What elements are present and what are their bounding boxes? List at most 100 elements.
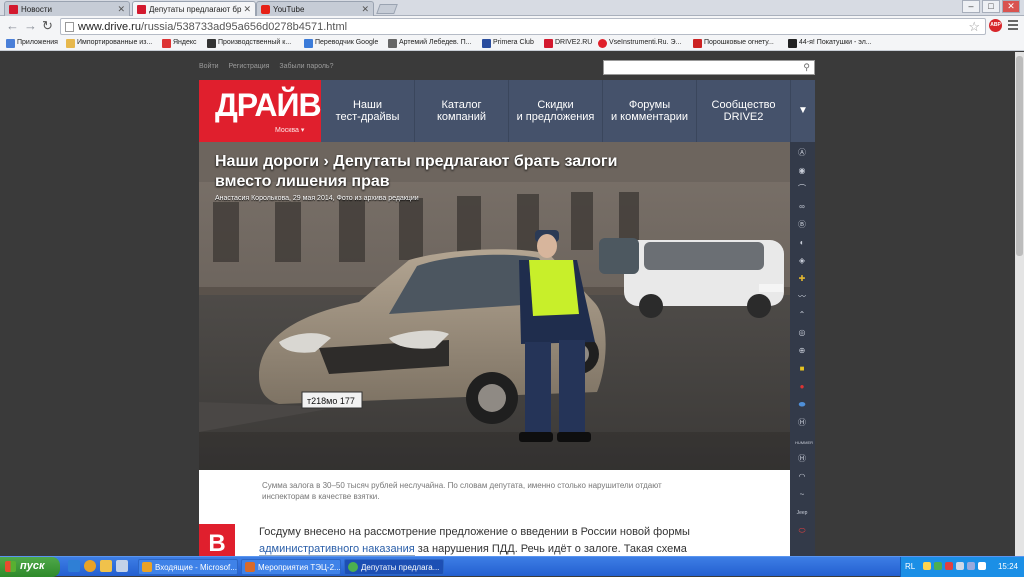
browser-menu-icon[interactable] bbox=[1008, 20, 1018, 30]
bookmark-item[interactable]: DRIVE2.RU bbox=[544, 39, 592, 48]
nav-community[interactable]: Сообщество DRIVE2 bbox=[697, 80, 791, 142]
forgot-password-link[interactable]: Забыли пароль? bbox=[279, 63, 333, 70]
maximize-button[interactable]: □ bbox=[982, 0, 1000, 13]
tray-icon[interactable] bbox=[923, 562, 931, 570]
network-icon[interactable] bbox=[978, 562, 986, 570]
cadillac-icon[interactable]: ◈ bbox=[795, 256, 809, 266]
volume-icon[interactable] bbox=[967, 562, 975, 570]
bookmark-favicon-icon bbox=[207, 39, 216, 48]
taskbar-item-events[interactable]: Мероприятия ТЭЦ-2... bbox=[241, 559, 341, 575]
bookmark-item[interactable]: Переводчик Google bbox=[304, 39, 378, 48]
taskbar-item-outlook[interactable]: Входящие - Microsof... bbox=[138, 559, 238, 575]
close-tab-icon[interactable]: ✕ bbox=[117, 4, 125, 15]
tab-news[interactable]: Новости ✕ bbox=[4, 1, 130, 16]
folder-icon bbox=[66, 39, 75, 48]
ferrari-icon[interactable]: ■ bbox=[795, 364, 809, 374]
drive-favicon-icon bbox=[9, 5, 18, 14]
page-icon bbox=[65, 22, 74, 32]
chrome-icon[interactable] bbox=[84, 560, 96, 572]
aston-martin-icon[interactable]: ⌒ bbox=[795, 184, 809, 194]
bentley-icon[interactable]: Ⓑ bbox=[795, 220, 809, 230]
back-arrow-icon[interactable]: ← bbox=[6, 19, 19, 33]
new-tab-button[interactable] bbox=[376, 4, 398, 14]
hyundai-icon[interactable]: Ⓗ bbox=[795, 454, 809, 464]
alfa-romeo-icon[interactable]: ◉ bbox=[795, 166, 809, 176]
article-inline-link[interactable]: административного наказания bbox=[259, 543, 415, 556]
tab-title: Депутаты предлагают бр bbox=[149, 5, 242, 14]
tray-icon[interactable] bbox=[934, 562, 942, 570]
reload-icon[interactable]: ↻ bbox=[42, 19, 53, 33]
minimize-button[interactable]: – bbox=[962, 0, 980, 13]
login-link[interactable]: Войти bbox=[199, 63, 219, 70]
start-button[interactable]: пуск bbox=[0, 557, 60, 577]
drive-logo[interactable]: ДРАЙВ Москва ▾ bbox=[199, 80, 322, 142]
bmw-icon[interactable]: ◐ bbox=[795, 238, 809, 248]
bookmark-item[interactable]: Производственный к... bbox=[207, 39, 291, 48]
bookmark-item[interactable]: Яндекс bbox=[162, 39, 197, 48]
register-link[interactable]: Регистрация bbox=[229, 63, 270, 70]
site-container: ДРАЙВ Москва ▾ Наши тест-драйвы Каталог ко… bbox=[199, 80, 815, 556]
language-indicator[interactable]: RL bbox=[905, 562, 915, 571]
bookmark-item[interactable]: Primera Club bbox=[482, 39, 534, 48]
tab-article[interactable]: Депутаты предлагают бр ✕ bbox=[132, 1, 256, 17]
fiat-icon[interactable]: ● bbox=[795, 382, 809, 392]
page-scrollbar[interactable] bbox=[1015, 52, 1024, 556]
close-tab-icon[interactable]: ✕ bbox=[243, 4, 251, 15]
license-plate: т218мо 177 bbox=[307, 396, 355, 406]
adblock-extension-icon[interactable]: ABP bbox=[989, 19, 1002, 32]
address-bar[interactable]: www.drive.ru/russia/538733ad95a656d0278b… bbox=[60, 18, 986, 35]
honda-icon[interactable]: Ⓗ bbox=[795, 418, 809, 428]
tab-title: YouTube bbox=[273, 5, 305, 14]
tab-youtube[interactable]: YouTube ✕ bbox=[256, 1, 374, 16]
close-tab-icon[interactable]: ✕ bbox=[361, 4, 369, 15]
chrysler-icon[interactable]: 〰 bbox=[795, 292, 809, 302]
forward-arrow-icon[interactable]: → bbox=[24, 19, 37, 33]
nav-company-catalog[interactable]: Каталог компаний bbox=[415, 80, 509, 142]
page-viewport: Войти Регистрация Забыли пароль? ⚲ ДРАЙВ… bbox=[0, 52, 1015, 556]
search-icon[interactable]: ⚲ bbox=[803, 62, 810, 73]
bookmark-item[interactable]: Импортированные из... bbox=[66, 39, 152, 48]
audi-icon[interactable]: ∞ bbox=[795, 202, 809, 212]
jeep-icon[interactable]: Jeep bbox=[795, 508, 809, 518]
jaguar-icon[interactable]: ~ bbox=[795, 490, 809, 500]
scrollbar-thumb[interactable] bbox=[1016, 56, 1023, 256]
acura-icon[interactable]: Ⓐ bbox=[795, 148, 809, 158]
hummer-icon[interactable]: HUMMER bbox=[795, 438, 813, 448]
outlook-icon bbox=[142, 562, 152, 572]
show-desktop-icon[interactable] bbox=[116, 560, 128, 572]
bookmark-item[interactable]: Приложения bbox=[6, 39, 58, 48]
city-selector[interactable]: Москва ▾ bbox=[275, 126, 304, 134]
nav-test-drives[interactable]: Наши тест-драйвы bbox=[321, 80, 415, 142]
photo-caption: Сумма залога в 30–50 тысяч рублей неслуч… bbox=[262, 481, 662, 501]
primera-icon bbox=[482, 39, 491, 48]
brand-sidebar: Ⓐ ◉ ⌒ ∞ Ⓑ ◐ ◈ ✚ 〰 ⌃ ◎ ⊕ ■ ● ⬬ Ⓗ HUMMER Ⓗ… bbox=[790, 142, 815, 556]
site-search-input[interactable]: ⚲ bbox=[603, 60, 815, 75]
taskbar-item-article[interactable]: Депутаты предлага... bbox=[344, 559, 444, 575]
bookmark-star-icon[interactable]: ☆ bbox=[968, 19, 980, 35]
outlook-icon[interactable] bbox=[100, 560, 112, 572]
bookmark-item[interactable]: 44-я! Покатушки - эл... bbox=[788, 39, 872, 48]
logo-text: ДРАЙВ bbox=[215, 87, 322, 123]
nav-forums[interactable]: Форумы и комментарии bbox=[603, 80, 697, 142]
close-window-button[interactable]: ✕ bbox=[1002, 0, 1020, 13]
nav-more-dropdown[interactable]: ▼ bbox=[791, 80, 815, 142]
drive-favicon-icon bbox=[137, 5, 146, 14]
ie-icon[interactable] bbox=[68, 560, 80, 572]
bookmark-item[interactable]: Артемий Лебедев. П... bbox=[388, 39, 472, 48]
drop-cap: В bbox=[199, 524, 235, 556]
bookmark-item[interactable]: VseInstrumenti.Ru. Э... bbox=[598, 39, 681, 48]
chevrolet-icon[interactable]: ✚ bbox=[795, 274, 809, 284]
bookmark-item[interactable]: Порошковые огнету... bbox=[693, 39, 774, 48]
kia-icon[interactable]: ⬭ bbox=[795, 526, 809, 536]
nav-discounts[interactable]: Скидки и предложения bbox=[509, 80, 603, 142]
dodge-icon[interactable]: ⊕ bbox=[795, 346, 809, 356]
daewoo-icon[interactable]: ◎ bbox=[795, 328, 809, 338]
citroen-icon[interactable]: ⌃ bbox=[795, 310, 809, 320]
apps-icon bbox=[6, 39, 15, 48]
drive2-icon bbox=[544, 39, 553, 48]
ford-icon[interactable]: ⬬ bbox=[795, 400, 809, 410]
browser-window-icon bbox=[245, 562, 255, 572]
infiniti-icon[interactable]: ◠ bbox=[795, 472, 809, 482]
tray-icon[interactable] bbox=[945, 562, 953, 570]
tray-icon[interactable] bbox=[956, 562, 964, 570]
